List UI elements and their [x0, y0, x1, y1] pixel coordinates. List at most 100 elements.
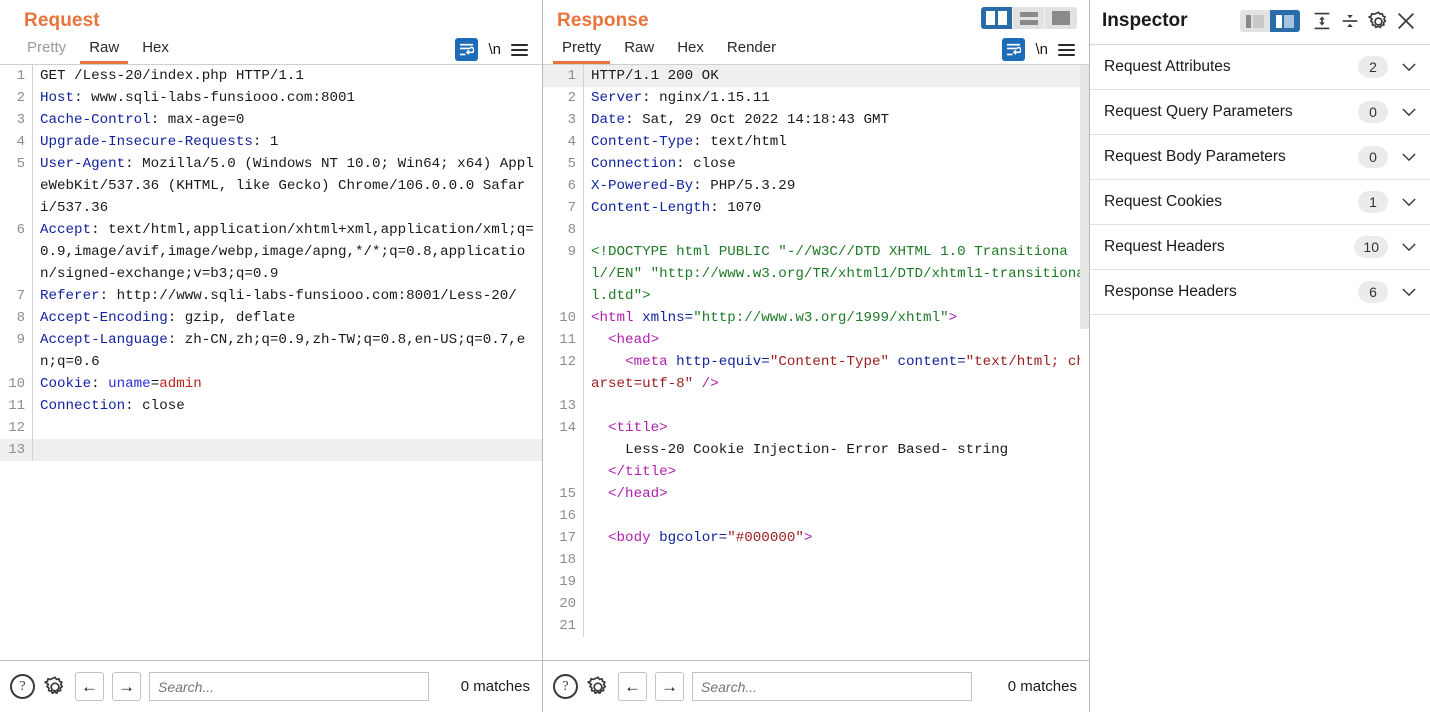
- code-line: 21: [543, 615, 1089, 637]
- layout-horizontal-split-button[interactable]: [1013, 7, 1045, 29]
- code-token: Accept-Encoding: [40, 310, 168, 326]
- line-number: 2: [567, 90, 576, 106]
- code-token: GET /Less-20/index.php HTTP/1.1: [40, 68, 304, 84]
- line-number: 8: [16, 310, 25, 326]
- inspector-section-row[interactable]: Request Headers 10: [1090, 225, 1430, 270]
- word-wrap-icon[interactable]: [455, 38, 479, 61]
- code-token: xmlns=: [642, 310, 694, 326]
- request-code-area[interactable]: 1 GET /Less-20/index.php HTTP/1.1 2 Host: w…: [0, 65, 542, 660]
- tab-request-hex[interactable]: Hex: [133, 37, 178, 64]
- search-next-button[interactable]: →: [112, 672, 141, 701]
- tab-response-hex[interactable]: Hex: [668, 37, 713, 64]
- code-token: <meta: [591, 354, 677, 370]
- hamburger-menu-icon[interactable]: [1058, 43, 1075, 56]
- inspector-section-row[interactable]: Request Attributes 2: [1090, 45, 1430, 90]
- line-text: <meta http-equiv="Content-Type" content=…: [583, 351, 1089, 395]
- line-text: Cache-Control: max-age=0: [32, 109, 542, 131]
- code-line: 11 Connection: close: [0, 395, 542, 417]
- chevron-down-icon[interactable]: [1402, 287, 1416, 297]
- tab-response-render[interactable]: Render: [718, 37, 785, 64]
- line-text: Host: www.sqli-labs-funsiooo.com:8001: [32, 87, 542, 109]
- code-token: Cookie: [40, 376, 92, 392]
- search-prev-button[interactable]: ←: [75, 672, 104, 701]
- inspector-section-count: 2: [1358, 56, 1388, 78]
- inspector-header: Inspector: [1090, 0, 1430, 45]
- line-text: <!DOCTYPE html PUBLIC "-//W3C//DTD XHTML…: [583, 241, 1089, 307]
- code-line: 6 X-Powered-By: PHP/5.3.29: [543, 175, 1089, 197]
- response-panel: Response Pretty Raw Hex Render \n 1 HTTP…: [543, 0, 1090, 712]
- code-line: 7 Referer: http://www.sqli-labs-funsiooo.…: [0, 285, 542, 307]
- help-icon[interactable]: ?: [10, 674, 35, 699]
- help-icon[interactable]: ?: [553, 674, 578, 699]
- inspector-position-toggle: [1240, 10, 1300, 32]
- chevron-down-icon[interactable]: [1402, 62, 1416, 72]
- tab-request-raw[interactable]: Raw: [80, 37, 129, 64]
- code-token: HTTP/1.1 200 OK: [591, 68, 719, 84]
- inspector-section-label: Response Headers: [1104, 283, 1237, 300]
- code-token: </title>: [608, 464, 677, 480]
- chevron-down-icon[interactable]: [1402, 242, 1416, 252]
- line-number: 13: [559, 398, 576, 414]
- request-search-input[interactable]: [149, 672, 429, 701]
- code-line: 17 <body bgcolor="#000000">: [543, 527, 1089, 549]
- code-token: X-Powered-By: [591, 178, 694, 194]
- chevron-down-icon[interactable]: [1402, 107, 1416, 117]
- inspector-section-label: Request Query Parameters: [1104, 103, 1293, 120]
- tab-response-pretty[interactable]: Pretty: [553, 37, 611, 64]
- code-token: Date: [591, 112, 626, 128]
- panel-right-toggle-button[interactable]: [1270, 10, 1300, 32]
- word-wrap-icon[interactable]: [1002, 38, 1026, 61]
- line-number: 5: [567, 156, 576, 172]
- line-number: 11: [8, 398, 25, 414]
- code-line: 12 <meta http-equiv="Content-Type" conte…: [543, 351, 1089, 395]
- chevron-down-icon[interactable]: [1402, 152, 1416, 162]
- code-token: http-equiv=: [676, 354, 770, 370]
- tab-response-raw[interactable]: Raw: [615, 37, 663, 64]
- inspector-section-row[interactable]: Request Cookies 1: [1090, 180, 1430, 225]
- code-line: 2 Host: www.sqli-labs-funsiooo.com:8001: [0, 87, 542, 109]
- line-number: 3: [567, 112, 576, 128]
- expand-all-icon[interactable]: [1308, 8, 1336, 34]
- search-prev-button[interactable]: ←: [618, 672, 647, 701]
- response-match-count: 0 matches: [1007, 678, 1077, 695]
- panel-left-toggle-button[interactable]: [1240, 10, 1270, 32]
- hamburger-menu-icon[interactable]: [511, 43, 528, 56]
- gear-icon[interactable]: [586, 675, 610, 699]
- inspector-section-row[interactable]: Response Headers 6: [1090, 270, 1430, 315]
- code-line: 5 User-Agent: Mozilla/5.0 (Windows NT 10.…: [0, 153, 542, 219]
- response-search-input[interactable]: [692, 672, 972, 701]
- request-panel-title: Request: [24, 10, 100, 31]
- line-number: 19: [559, 574, 576, 590]
- code-line: 19: [543, 571, 1089, 593]
- close-icon[interactable]: [1392, 8, 1420, 34]
- gear-icon[interactable]: [1364, 8, 1392, 34]
- code-token: <!DOCTYPE html PUBLIC "-//W3C//DTD XHTML…: [591, 244, 1085, 304]
- line-text: [32, 439, 542, 461]
- code-line: 6 Accept: text/html,application/xhtml+xml…: [0, 219, 542, 285]
- collapse-all-icon[interactable]: [1336, 8, 1364, 34]
- line-text: <html xmlns="http://www.w3.org/1999/xhtm…: [583, 307, 1089, 329]
- response-scrollbar[interactable]: [1080, 65, 1089, 660]
- layout-single-pane-button[interactable]: [1045, 7, 1077, 29]
- response-code-area[interactable]: 1 HTTP/1.1 200 OK 2 Server: nginx/1.15.11 3 D…: [543, 65, 1089, 660]
- chevron-down-icon[interactable]: [1402, 197, 1416, 207]
- gear-icon[interactable]: [43, 675, 67, 699]
- code-token: <head>: [591, 332, 660, 348]
- search-next-button[interactable]: →: [655, 672, 684, 701]
- burp-message-editor: Request Pretty Raw Hex \n 1 GET /Less-20…: [0, 0, 1430, 712]
- code-line: 3 Cache-Control: max-age=0: [0, 109, 542, 131]
- code-token: admin: [159, 376, 202, 392]
- newline-toggle[interactable]: \n: [488, 41, 501, 58]
- newline-toggle[interactable]: \n: [1035, 41, 1048, 58]
- code-line: 4 Upgrade-Insecure-Requests: 1: [0, 131, 542, 153]
- code-token: <html: [591, 310, 643, 326]
- line-text: [583, 593, 1089, 615]
- line-number: 2: [16, 90, 25, 106]
- inspector-section-row[interactable]: Request Query Parameters 0: [1090, 90, 1430, 135]
- inspector-section-row[interactable]: Request Body Parameters 0: [1090, 135, 1430, 180]
- line-number: 4: [16, 134, 25, 150]
- response-scrollbar-thumb[interactable]: [1080, 65, 1089, 329]
- code-line: 7 Content-Length: 1070: [543, 197, 1089, 219]
- layout-vertical-split-button[interactable]: [981, 7, 1013, 29]
- tab-request-pretty[interactable]: Pretty: [18, 37, 75, 64]
